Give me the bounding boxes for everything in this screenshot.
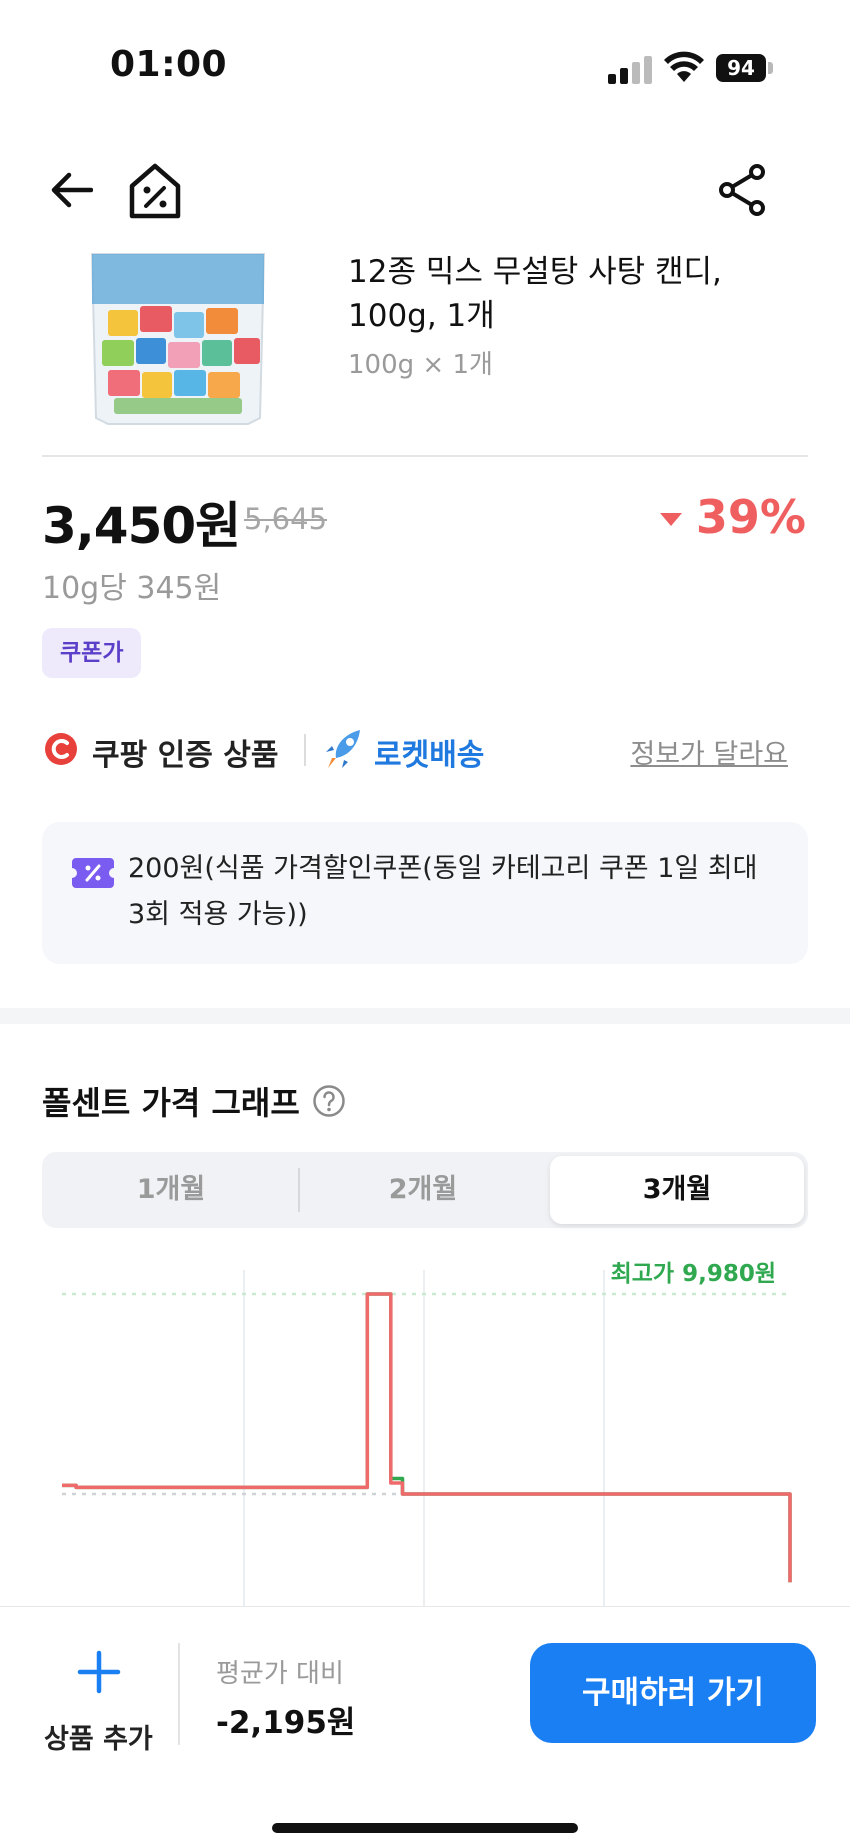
unit-price: 10g당 345원 [42,571,222,606]
share-icon [719,164,765,216]
battery-indicator: 94 [716,54,766,82]
product-title: 12종 믹스 무설탕 사탕 캔디, 100g, 1개 [348,254,722,334]
certified-label: 쿠팡 인증 상품 [92,738,279,773]
wifi-icon [664,51,704,82]
coupon-info-box: 200원(식품 가격할인쿠폰(동일 카테고리 쿠폰 1일 최대 3회 적용 가능… [42,822,808,964]
average-compare-label: 평균가 대비 [216,1659,344,1689]
bottom-separator [178,1643,180,1745]
back-button[interactable] [44,162,100,218]
arrow-left-icon [51,172,93,208]
product-option: 100g × 1개 [348,350,493,380]
report-wrong-info-link[interactable]: 정보가 달라요 [630,732,788,771]
down-triangle-icon [659,512,682,526]
product-header: 12종 믹스 무설탕 사탕 캔디, 100g, 1개 100g × 1개 [0,240,850,440]
coupang-certified-icon [45,733,77,765]
tab-1-month[interactable]: 1개월 [46,1156,296,1224]
battery-nub [768,62,773,74]
status-time: 01:00 [110,44,228,85]
product-thumbnail[interactable] [78,248,278,428]
graph-title-text: 폴센트 가격 그래프 [42,1084,300,1122]
average-compare-value: -2,195원 [216,1705,356,1741]
price-chart-svg [62,1270,792,1610]
period-tabs: 1개월 2개월 3개월 [42,1152,808,1228]
rocket-icon [326,730,360,768]
tab-2-months[interactable]: 2개월 [298,1156,548,1224]
share-button[interactable] [712,160,772,220]
current-price: 3,450원 [42,497,241,555]
price-graph-title: 폴센트 가격 그래프 [42,1078,346,1124]
help-icon[interactable] [312,1084,346,1118]
section-gap [0,1008,850,1024]
home-indicator [272,1823,578,1833]
badges-row: 쿠팡 인증 상품 로켓배송 정보가 달라요 [42,724,808,776]
coupon-percent-icon [72,858,114,888]
price-line-red [62,1292,792,1583]
badge-separator [304,734,306,766]
house-percent-icon [129,163,181,219]
coupon-price-chip: 쿠폰가 [42,628,142,678]
plus-icon [77,1650,121,1694]
home-discount-button[interactable] [124,160,186,222]
discount-value: 39% [695,490,806,544]
max-price-label: 최고가 9,980원 [610,1261,776,1287]
buy-button[interactable]: 구매하러 가기 [530,1643,816,1743]
status-bar: 01:00 94 [0,0,850,130]
tab-3-months[interactable]: 3개월 [550,1156,804,1224]
original-price: 5,645 [244,502,328,536]
price-chart: 최고가 9,980원 [0,1240,850,1610]
discount-rate: 39% [659,490,806,544]
rocket-delivery-label: 로켓배송 [374,738,485,773]
coupon-description: 200원(식품 가격할인쿠폰(동일 카테고리 쿠폰 1일 최대 3회 적용 가능… [128,853,758,930]
bottom-action-bar: 상품 추가 평균가 대비 -2,195원 구매하러 가기 [0,1606,850,1848]
signal-icon [608,56,652,84]
price-line-green [62,1292,792,1583]
add-product-label: 상품 추가 [44,1724,153,1755]
add-product-button[interactable]: 상품 추가 [36,1649,162,1769]
divider [42,455,808,457]
